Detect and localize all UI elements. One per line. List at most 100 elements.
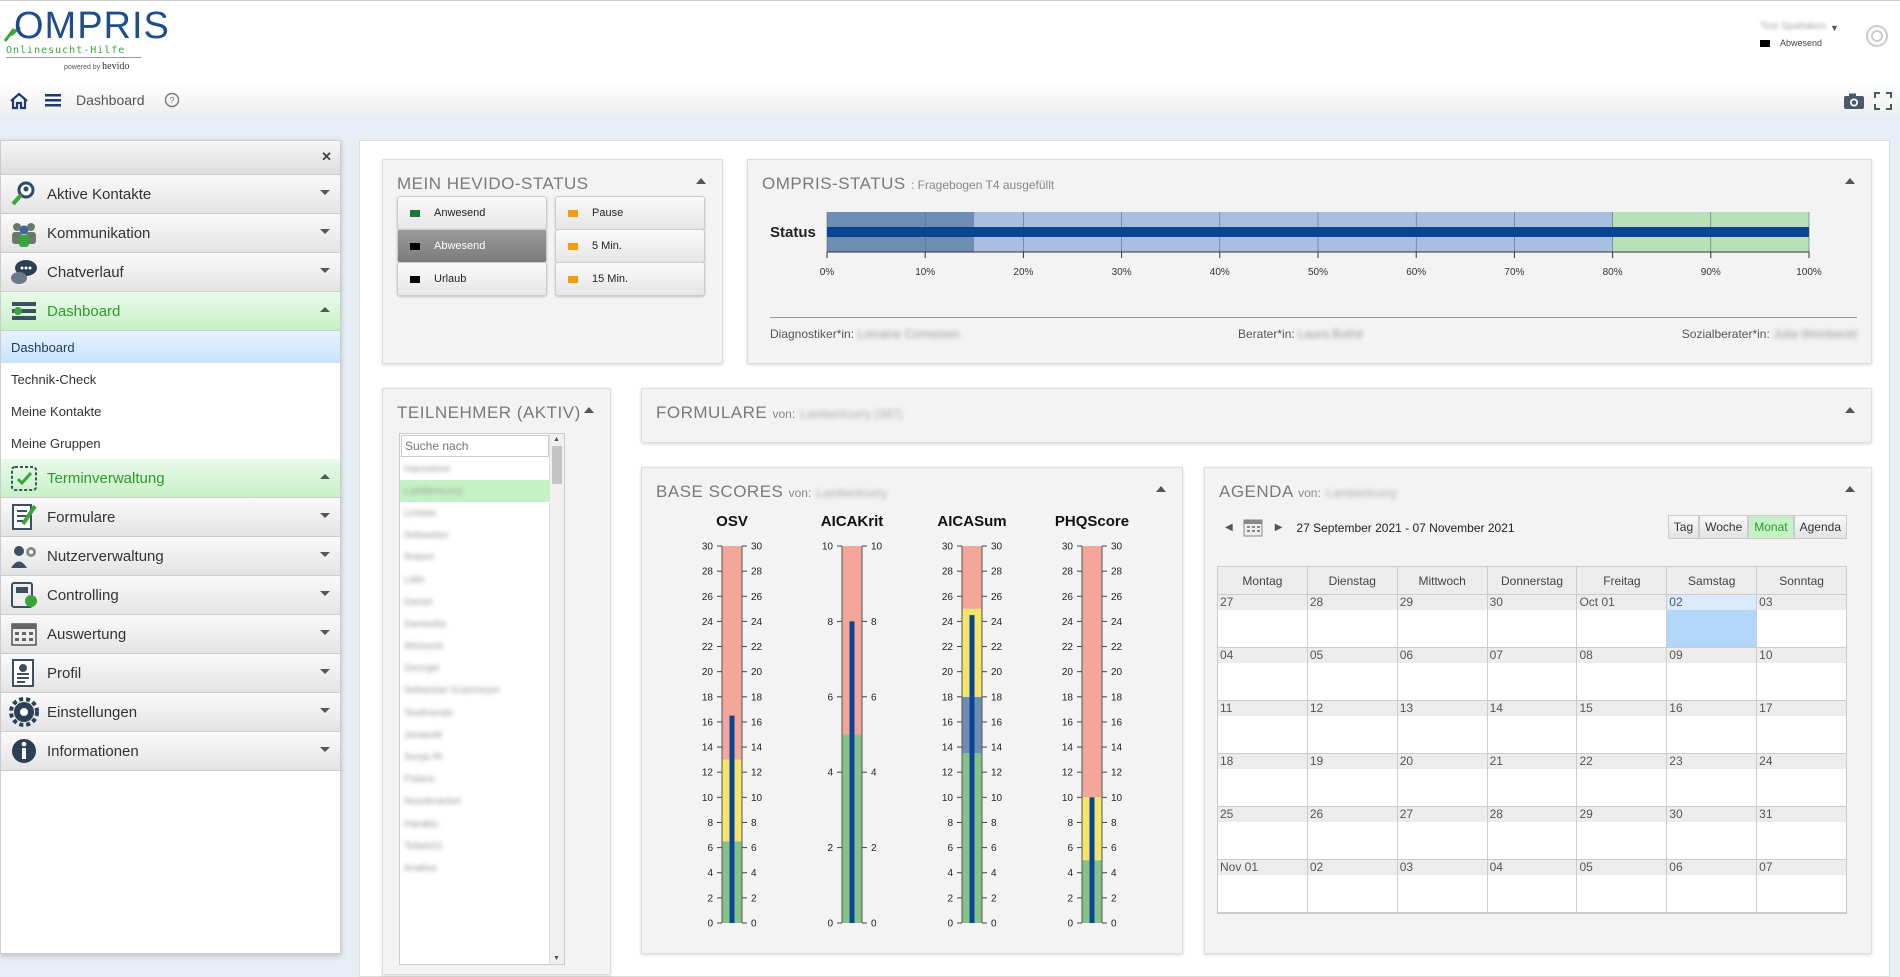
calendar-day[interactable]: 21 (1486, 754, 1577, 806)
sidebar-item-formulare[interactable]: Formulare (1, 498, 340, 537)
fullscreen-icon[interactable] (1874, 92, 1892, 110)
calendar-day[interactable]: 06 (1666, 860, 1757, 912)
participant-item[interactable]: Jonas48 (400, 724, 550, 746)
sidebar-subitem-dashboard[interactable]: Dashboard (1, 331, 340, 363)
view-button-monat[interactable]: Monat (1748, 515, 1794, 539)
calendar-day[interactable]: Oct 01 (1576, 595, 1667, 647)
calendar-day[interactable]: 13 (1396, 701, 1487, 753)
calendar-day[interactable]: 02 (1306, 860, 1397, 912)
collapse-icon[interactable] (696, 178, 706, 184)
participant-item[interactable]: Nussknacker (400, 791, 550, 813)
calendar-day[interactable]: 05 (1576, 860, 1667, 912)
calendar-day[interactable]: 24 (1756, 754, 1847, 806)
status-button-abwesend[interactable]: Abwesend (397, 229, 547, 263)
calendar-day[interactable]: 29 (1396, 595, 1487, 647)
calendar-day[interactable]: 31 (1756, 807, 1847, 859)
calendar-day[interactable]: 18 (1218, 754, 1307, 806)
calendar-day[interactable]: 28 (1486, 807, 1577, 859)
user-menu[interactable]: Test Spattaken ▼ Abwesend (1760, 21, 1850, 48)
calendar-day[interactable]: 27 (1396, 807, 1487, 859)
calendar-day[interactable]: 22 (1576, 754, 1667, 806)
calendar-icon[interactable] (1243, 519, 1263, 537)
calendar-day[interactable]: 16 (1666, 701, 1757, 753)
scroll-thumb[interactable] (552, 446, 562, 484)
calendar-day[interactable]: 25 (1218, 807, 1307, 859)
next-icon[interactable]: ▶ (1275, 522, 1283, 533)
status-button-15-min-[interactable]: 15 Min. (555, 262, 705, 296)
scrollbar[interactable]: ▲ ▼ (549, 434, 564, 964)
sidebar-item-kommunikation[interactable]: Kommunikation (1, 214, 340, 253)
sidebar-item-nutzerverwaltung[interactable]: Nutzerverwaltung (1, 537, 340, 576)
sidebar-subitem-meine-gruppen[interactable]: Meine Gruppen (1, 427, 340, 459)
collapse-icon[interactable] (1845, 407, 1855, 413)
status-button-anwesend[interactable]: Anwesend (397, 196, 547, 230)
sidebar-item-terminverwaltung[interactable]: Terminverwaltung (1, 459, 340, 498)
status-button-5-min-[interactable]: 5 Min. (555, 229, 705, 263)
collapse-icon[interactable] (1156, 486, 1166, 492)
calendar-day[interactable]: 06 (1396, 648, 1487, 700)
status-button-urlaub[interactable]: Urlaub (397, 262, 547, 296)
participant-item[interactable]: Testfriendo (400, 702, 550, 724)
participant-item[interactable]: Daniel (400, 591, 550, 613)
calendar-day[interactable]: 02 (1666, 595, 1757, 647)
camera-icon[interactable] (1843, 92, 1865, 110)
chevron-down-icon[interactable]: ▼ (1830, 23, 1839, 33)
view-button-agenda[interactable]: Agenda (1793, 515, 1847, 539)
participant-item[interactable]: Weissnd (400, 636, 550, 658)
calendar-day[interactable]: 27 (1218, 595, 1307, 647)
participant-item[interactable]: Sebastian (400, 525, 550, 547)
calendar-day[interactable]: 20 (1396, 754, 1487, 806)
scroll-down-icon[interactable]: ▼ (553, 955, 560, 962)
participant-item[interactable]: Lilith (400, 569, 550, 591)
participant-item[interactable]: Santeelia (400, 613, 550, 635)
participant-item[interactable]: Polaris (400, 769, 550, 791)
calendar-day[interactable]: 30 (1666, 807, 1757, 859)
sidebar-item-einstellungen[interactable]: Einstellungen (1, 693, 340, 732)
calendar-day[interactable]: 05 (1306, 648, 1397, 700)
calendar-day[interactable]: 17 (1756, 701, 1847, 753)
participant-item[interactable]: Harakiu (400, 813, 550, 835)
collapse-icon[interactable] (584, 407, 594, 413)
sidebar-item-auswertung[interactable]: Auswertung (1, 615, 340, 654)
sidebar-subitem-technik-check[interactable]: Technik-Check (1, 363, 340, 395)
view-button-tag[interactable]: Tag (1667, 515, 1700, 539)
prev-icon[interactable]: ◀ (1225, 522, 1233, 533)
calendar-day[interactable]: 07 (1756, 860, 1847, 912)
sidebar-subitem-meine-kontakte[interactable]: Meine Kontakte (1, 395, 340, 427)
calendar-day[interactable]: 28 (1306, 595, 1397, 647)
sidebar-item-profil[interactable]: Profil (1, 654, 340, 693)
participant-item[interactable]: Lambertcurry (400, 480, 550, 503)
calendar-day[interactable]: 03 (1396, 860, 1487, 912)
calendar-day[interactable]: 04 (1218, 648, 1307, 700)
collapse-icon[interactable] (1845, 486, 1855, 492)
calendar-day[interactable]: 11 (1218, 701, 1307, 753)
ompris-logo[interactable]: OMPRIS Onlinesucht-Hilfe powered by hevi… (3, 7, 169, 75)
breadcrumb-dashboard[interactable]: Dashboard (76, 92, 145, 108)
calendar-day[interactable]: 04 (1486, 860, 1577, 912)
scroll-up-icon[interactable]: ▲ (553, 436, 560, 443)
home-icon[interactable] (9, 92, 29, 110)
sidebar-item-aktive-kontakte[interactable]: Aktive Kontakte (1, 175, 340, 214)
calendar-day[interactable]: 23 (1666, 754, 1757, 806)
calendar-day[interactable]: 10 (1756, 648, 1847, 700)
participant-item[interactable]: Lintaas (400, 502, 550, 524)
status-button-pause[interactable]: Pause (555, 196, 705, 230)
calendar-day[interactable]: 03 (1756, 595, 1847, 647)
calendar-day[interactable]: 12 (1306, 701, 1397, 753)
calendar-day[interactable]: 15 (1576, 701, 1667, 753)
sidebar-item-informationen[interactable]: Informationen (1, 732, 340, 771)
calendar-day[interactable]: 14 (1486, 701, 1577, 753)
participant-item[interactable]: Robert (400, 547, 550, 569)
view-button-woche[interactable]: Woche (1699, 515, 1749, 539)
collapse-icon[interactable] (1845, 178, 1855, 184)
calendar-day[interactable]: 30 (1486, 595, 1577, 647)
calendar-day[interactable]: 07 (1486, 648, 1577, 700)
close-icon[interactable]: ✕ (321, 149, 332, 165)
sidebar-item-chatverlauf[interactable]: Chatverlauf (1, 253, 340, 292)
help-icon[interactable]: ? (164, 92, 180, 108)
calendar-day[interactable]: 19 (1306, 754, 1397, 806)
calendar-day[interactable]: Nov 01 (1218, 860, 1307, 912)
sidebar-item-dashboard[interactable]: Dashboard (1, 292, 340, 331)
participant-item[interactable]: Tellalv01 (400, 835, 550, 857)
menu-icon[interactable] (45, 92, 61, 108)
